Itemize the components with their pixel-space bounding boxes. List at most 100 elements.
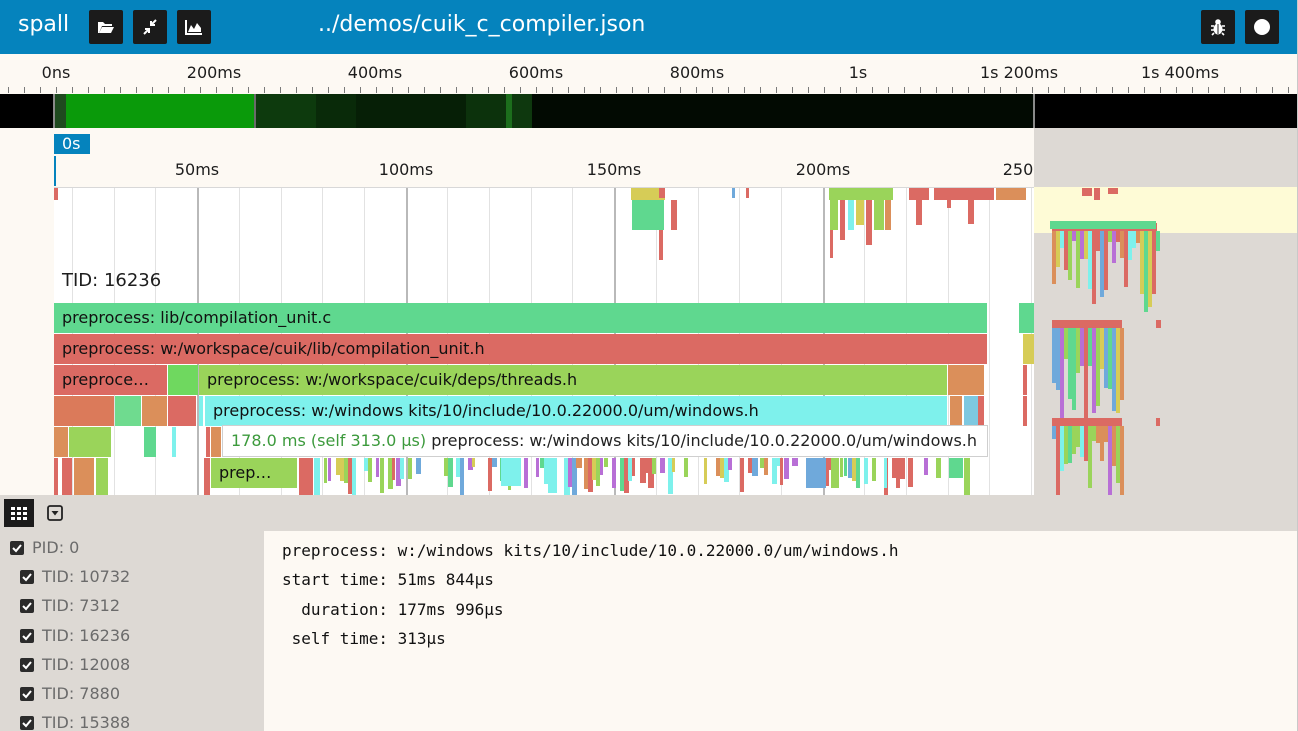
- flame-block[interactable]: [856, 200, 864, 225]
- side-flame-block[interactable]: [1108, 188, 1118, 194]
- side-flame-block[interactable]: [1156, 418, 1160, 426]
- debug-button[interactable]: [1201, 10, 1235, 44]
- side-flame-block[interactable]: [1156, 231, 1160, 251]
- checkbox[interactable]: [20, 658, 34, 672]
- flame-block[interactable]: [704, 458, 707, 484]
- stats-button[interactable]: [177, 10, 211, 44]
- flame-block[interactable]: [964, 458, 970, 495]
- flame-block[interactable]: [840, 200, 845, 240]
- flame-block[interactable]: [672, 458, 675, 472]
- flame-block[interactable]: [328, 458, 331, 481]
- checkbox[interactable]: [20, 570, 34, 584]
- flame-block[interactable]: [314, 458, 320, 495]
- flame-block[interactable]: [576, 458, 582, 468]
- flame-block[interactable]: [69, 427, 111, 457]
- flame-block[interactable]: [968, 200, 974, 224]
- flame-block[interactable]: [844, 458, 847, 476]
- checkbox[interactable]: [20, 599, 34, 613]
- overview-heatmap[interactable]: [0, 94, 1298, 128]
- flame-block[interactable]: [916, 200, 922, 225]
- flame-block[interactable]: [732, 188, 735, 198]
- flame-block[interactable]: [54, 188, 58, 200]
- flame-block[interactable]: [604, 458, 608, 467]
- flame-block[interactable]: [764, 458, 768, 475]
- collapse-panel-button[interactable]: [40, 499, 70, 527]
- flame-block[interactable]: [400, 458, 404, 479]
- flame-block[interactable]: [324, 458, 327, 483]
- flame-block[interactable]: [352, 458, 356, 495]
- flame-block[interactable]: [416, 458, 421, 474]
- flame-block[interactable]: [299, 458, 313, 495]
- flame-block[interactable]: [856, 458, 860, 488]
- flame-block[interactable]: [806, 458, 826, 488]
- side-flame-block[interactable]: [1094, 188, 1100, 200]
- flame-block[interactable]: [784, 458, 789, 479]
- flame-block[interactable]: [885, 200, 891, 230]
- flame-block[interactable]: [536, 458, 539, 477]
- flame-bar[interactable]: preprocess: lib/compilation_unit.c: [54, 303, 987, 333]
- flame-block[interactable]: [924, 458, 928, 475]
- full-timeline-ruler[interactable]: 0ns 200ms 400ms 600ms 800ms 1s 1s 200ms …: [0, 54, 1298, 94]
- flame-block[interactable]: [632, 200, 664, 230]
- flame-block[interactable]: [934, 188, 994, 200]
- checkbox[interactable]: [20, 716, 34, 730]
- flame-block[interactable]: [408, 458, 412, 479]
- flame-bar[interactable]: preprocess: w:/workspace/cuik/lib/compil…: [54, 334, 987, 364]
- flame-block[interactable]: [552, 458, 557, 493]
- flame-block[interactable]: [936, 458, 941, 478]
- flame-block[interactable]: [949, 458, 963, 478]
- flame-block[interactable]: [652, 458, 656, 474]
- reset-zoom-button[interactable]: [133, 10, 167, 44]
- flame-block[interactable]: [866, 200, 872, 245]
- flame-block[interactable]: [671, 200, 677, 230]
- flame-block[interactable]: [144, 427, 156, 457]
- flame-block[interactable]: [831, 458, 839, 488]
- flame-block[interactable]: [884, 458, 887, 488]
- side-flame-block[interactable]: [1156, 320, 1161, 328]
- flame-block[interactable]: [728, 458, 732, 470]
- flame-block[interactable]: [659, 230, 663, 260]
- checkbox[interactable]: [20, 687, 34, 701]
- flame-block[interactable]: [792, 458, 798, 466]
- flame-block[interactable]: [380, 458, 384, 493]
- zoomed-ruler[interactable]: 0s 50ms 100ms 150ms 200ms 250: [54, 128, 1034, 187]
- flame-block[interactable]: [848, 200, 854, 230]
- side-flame-block[interactable]: [1120, 328, 1124, 400]
- flame-block[interactable]: [501, 458, 521, 486]
- flame-block[interactable]: [996, 188, 1026, 200]
- flame-block[interactable]: [746, 188, 749, 198]
- checkbox[interactable]: [20, 629, 34, 643]
- flame-block[interactable]: [872, 458, 876, 481]
- grid-view-button[interactable]: [4, 499, 34, 527]
- side-flame-block[interactable]: [1082, 188, 1092, 196]
- flame-block[interactable]: [909, 188, 929, 200]
- side-flame-block[interactable]: [1120, 426, 1124, 504]
- flame-block[interactable]: [659, 188, 665, 198]
- flame-block[interactable]: [874, 200, 884, 230]
- flame-block[interactable]: [632, 458, 635, 476]
- flame-block[interactable]: [600, 458, 603, 475]
- flame-block[interactable]: [392, 458, 395, 480]
- flame-block[interactable]: [204, 458, 210, 495]
- flame-block[interactable]: [829, 188, 893, 200]
- flame-bar[interactable]: preprocess: w:/windows kits/10/include/1…: [205, 396, 947, 426]
- flame-block[interactable]: [684, 458, 688, 477]
- open-file-button[interactable]: [89, 10, 123, 44]
- flame-bar[interactable]: prep…: [211, 458, 297, 488]
- flame-block[interactable]: [54, 458, 58, 495]
- flame-block[interactable]: [172, 427, 176, 457]
- flame-block[interactable]: [780, 458, 783, 485]
- flame-block[interactable]: [612, 458, 616, 488]
- side-flame-block[interactable]: [1052, 418, 1122, 426]
- flame-block[interactable]: [62, 458, 72, 495]
- flame-block[interactable]: [908, 458, 913, 487]
- flame-block[interactable]: [376, 458, 379, 477]
- side-flame-block[interactable]: [1050, 221, 1156, 229]
- flame-block[interactable]: [752, 458, 758, 476]
- flame-block[interactable]: [211, 427, 221, 457]
- flame-bar[interactable]: preprocess: w:/workspace/cuik/deps/threa…: [199, 365, 947, 395]
- flame-block[interactable]: [96, 458, 108, 495]
- flame-block[interactable]: [368, 458, 372, 482]
- flame-block[interactable]: [900, 458, 905, 479]
- flame-block[interactable]: [740, 458, 744, 492]
